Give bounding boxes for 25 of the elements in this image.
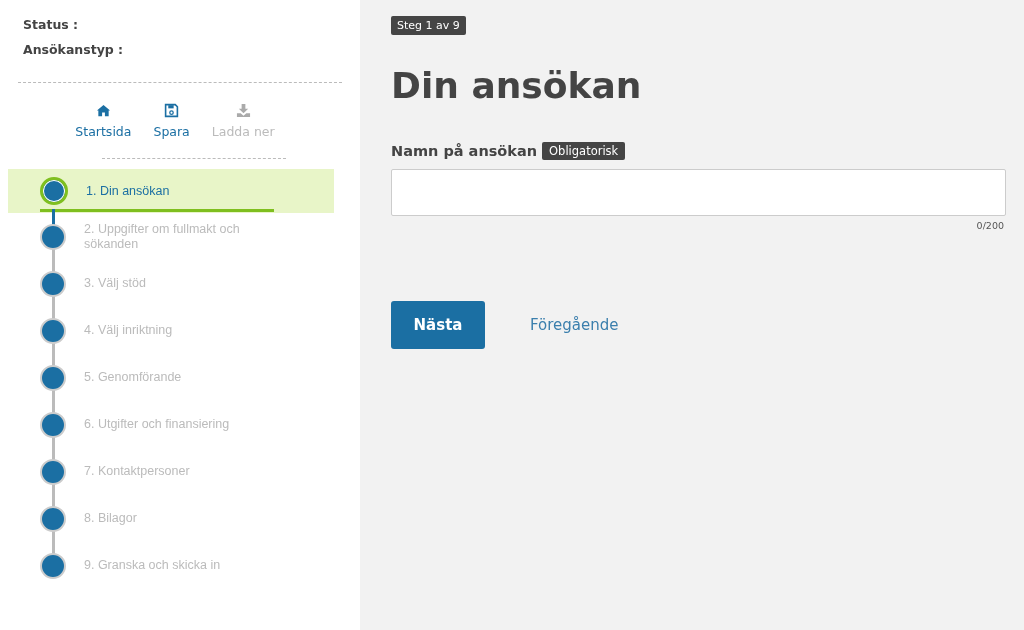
field-label: Namn på ansökan bbox=[391, 143, 538, 159]
save-link[interactable]: Spara bbox=[153, 103, 190, 139]
input-field[interactable] bbox=[391, 169, 1006, 216]
step-marker-icon bbox=[40, 364, 66, 391]
step-marker-icon bbox=[40, 270, 66, 297]
step-marker-icon bbox=[40, 223, 66, 250]
next-button[interactable]: Nästa bbox=[391, 301, 485, 349]
step-marker-icon bbox=[40, 411, 66, 438]
step-marker-icon bbox=[40, 317, 66, 344]
home-link[interactable]: Startsida bbox=[75, 103, 132, 139]
step-marker-icon bbox=[40, 552, 66, 579]
info-label: Ansökanstyp : bbox=[23, 41, 125, 59]
step-item[interactable]: 2. Uppgifter om fullmakt och sökanden bbox=[8, 213, 334, 260]
step-marker-icon bbox=[40, 505, 66, 532]
home-icon bbox=[95, 103, 111, 118]
download-icon bbox=[235, 103, 251, 118]
character-counter: 0/200 bbox=[976, 220, 1005, 231]
step-item[interactable]: 1. Din ansökan bbox=[8, 169, 334, 213]
required-badge: Obligatorisk bbox=[542, 142, 626, 160]
step-marker-icon bbox=[40, 458, 66, 485]
page-title: Din ansökan bbox=[391, 65, 642, 106]
step-marker-icon bbox=[40, 177, 68, 205]
previous-link[interactable]: Föregående bbox=[530, 316, 619, 334]
step-badge: Steg 1 av 9 bbox=[391, 16, 466, 35]
info-label: Status : bbox=[23, 16, 80, 34]
